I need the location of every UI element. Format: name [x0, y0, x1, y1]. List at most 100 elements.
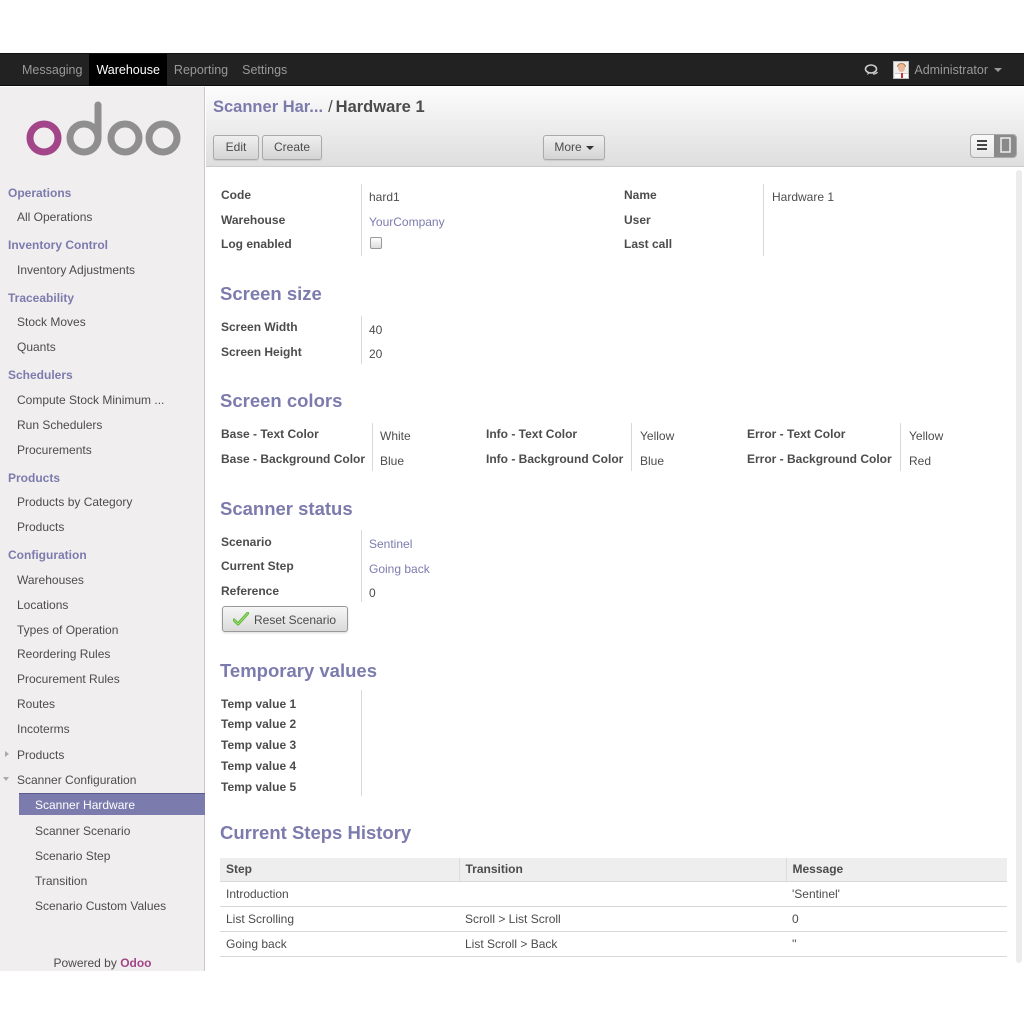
user-menu[interactable]: Administrator	[914, 63, 988, 77]
temp-value-3-label: Temp value 3	[221, 738, 297, 752]
nav-section-inventory-control: Inventory Control	[8, 238, 109, 252]
nav-section-products: Products	[8, 471, 61, 485]
table-header-row: Step Transition Message	[220, 858, 1007, 882]
column-header-step[interactable]: Step	[220, 858, 460, 882]
sidebar-item-stock-moves[interactable]: Stock Moves	[17, 315, 86, 329]
breadcrumb-current: Hardware 1	[335, 98, 425, 116]
powered-by-odoo-link[interactable]: Odoo	[120, 956, 151, 970]
error-bg-color-label: Error - Background Color	[747, 452, 892, 466]
cell-step: List Scrolling	[220, 906, 459, 932]
sidebar-item-locations[interactable]: Locations	[17, 598, 68, 612]
collapse-icon[interactable]	[3, 777, 9, 781]
menu-warehouse[interactable]: Warehouse	[89, 54, 167, 86]
warehouse-link[interactable]: YourCompany	[369, 215, 445, 229]
sidebar-item-routes[interactable]: Routes	[17, 697, 55, 711]
odoo-logo[interactable]	[24, 101, 184, 161]
cell-step: Going back	[220, 931, 459, 957]
scrollbar[interactable]	[1016, 170, 1022, 963]
checkmark-icon	[233, 612, 249, 626]
sidebar-item-types-of-operation[interactable]: Types of Operation	[17, 623, 118, 637]
screen-height-label: Screen Height	[221, 345, 302, 359]
avatar[interactable]	[893, 61, 910, 79]
screen-colors-heading: Screen colors	[220, 390, 343, 411]
sidebar-item-scenario-step[interactable]: Scenario Step	[35, 849, 110, 863]
sidebar-item-scenario-custom-values[interactable]: Scenario Custom Values	[35, 899, 166, 913]
list-view-button[interactable]	[971, 135, 994, 157]
form-view-button[interactable]	[994, 135, 1016, 157]
cell-message: ''	[786, 931, 1007, 957]
temp-value-2-label: Temp value 2	[221, 717, 297, 731]
form-icon	[1000, 137, 1011, 153]
sidebar-item-run-schedulers[interactable]: Run Schedulers	[17, 418, 102, 432]
more-button[interactable]: More	[543, 135, 605, 160]
code-value: hard1	[369, 190, 400, 204]
form-sheet: Code Warehouse Log enabled hard1 YourCom…	[206, 168, 1024, 971]
sidebar-item-transition[interactable]: Transition	[35, 874, 87, 888]
last-call-label: Last call	[624, 237, 673, 251]
reference-label: Reference	[221, 584, 280, 598]
sidebar-item-compute-stock-minimum[interactable]: Compute Stock Minimum ...	[17, 393, 164, 407]
base-text-color-label: Base - Text Color	[221, 427, 319, 441]
cell-message: 'Sentinel'	[786, 881, 1007, 907]
expand-icon[interactable]	[5, 751, 9, 757]
sidebar-item-products[interactable]: Products	[17, 520, 64, 534]
menu-reporting[interactable]: Reporting	[167, 54, 235, 86]
sidebar-item-incoterms[interactable]: Incoterms	[17, 722, 70, 736]
current-step-link[interactable]: Going back	[369, 562, 430, 576]
sidebar-item-reordering-rules[interactable]: Reordering Rules	[17, 647, 110, 661]
table-row[interactable]: Introduction 'Sentinel'	[220, 881, 1007, 907]
list-icon	[977, 140, 987, 150]
sidebar-item-scanner-configuration[interactable]: Scanner Configuration	[17, 773, 136, 787]
table-row[interactable]: List Scrolling Scroll > List Scroll 0	[220, 906, 1007, 932]
cell-transition: List Scroll > Back	[459, 931, 786, 957]
cell-step: Introduction	[220, 881, 459, 907]
nav-section-schedulers: Schedulers	[8, 368, 73, 382]
screen-width-value: 40	[369, 323, 383, 337]
temporary-values-heading: Temporary values	[220, 660, 377, 681]
powered-by: Powered by Odoo	[53, 956, 152, 970]
info-bg-color-label: Info - Background Color	[486, 452, 624, 466]
temp-value-4-label: Temp value 4	[221, 759, 297, 773]
sidebar-item-quants[interactable]: Quants	[17, 340, 56, 354]
top-menu: Messaging Warehouse Reporting Settings	[15, 54, 294, 86]
sidebar-item-inventory-adjustments[interactable]: Inventory Adjustments	[17, 263, 135, 277]
create-button[interactable]: Create	[262, 135, 322, 160]
sidebar-item-products-by-category[interactable]: Products by Category	[17, 495, 132, 509]
sidebar-item-procurement-rules[interactable]: Procurement Rules	[17, 672, 120, 686]
column-header-message[interactable]: Message	[786, 858, 1007, 882]
chat-icon[interactable]	[864, 62, 880, 78]
reference-value: 0	[369, 586, 376, 600]
cell-transition: Scroll > List Scroll	[459, 906, 786, 932]
name-value: Hardware 1	[772, 190, 835, 204]
log-enabled-checkbox[interactable]	[370, 237, 382, 249]
screen-size-heading: Screen size	[220, 283, 322, 304]
error-text-color-label: Error - Text Color	[747, 427, 846, 441]
sidebar-item-config-products[interactable]: Products	[17, 748, 64, 762]
temp-value-1-label: Temp value 1	[221, 697, 297, 711]
sidebar-item-procurements[interactable]: Procurements	[17, 443, 92, 457]
user-label: User	[624, 213, 651, 227]
breadcrumb-parent[interactable]: Scanner Har...	[213, 98, 323, 116]
sidebar-item-scanner-scenario[interactable]: Scanner Scenario	[35, 824, 130, 838]
log-enabled-label: Log enabled	[221, 237, 292, 251]
error-bg-color-value: Red	[909, 454, 932, 468]
column-header-transition[interactable]: Transition	[459, 858, 787, 882]
error-text-color-value: Yellow	[909, 429, 944, 443]
sidebar-item-scanner-hardware[interactable]: Scanner Hardware	[19, 793, 205, 815]
reset-scenario-button[interactable]: Reset Scenario	[222, 606, 348, 632]
menu-settings[interactable]: Settings	[235, 54, 294, 86]
nav-section-configuration: Configuration	[8, 548, 87, 562]
base-bg-color-value: Blue	[380, 454, 405, 468]
sidebar-item-all-operations[interactable]: All Operations	[17, 210, 92, 224]
menu-messaging[interactable]: Messaging	[15, 54, 89, 86]
edit-button[interactable]: Edit	[213, 135, 259, 160]
table-row[interactable]: Going back List Scroll > Back ''	[220, 931, 1007, 957]
sidebar-item-warehouses[interactable]: Warehouses	[17, 573, 84, 587]
screen-width-label: Screen Width	[221, 320, 298, 334]
steps-history-table: Step Transition Message Introduction 'Se…	[220, 858, 1007, 957]
scenario-label: Scenario	[221, 535, 272, 549]
base-text-color-value: White	[380, 429, 411, 443]
info-text-color-value: Yellow	[640, 429, 675, 443]
cell-transition	[459, 881, 786, 907]
scenario-link[interactable]: Sentinel	[369, 537, 412, 551]
